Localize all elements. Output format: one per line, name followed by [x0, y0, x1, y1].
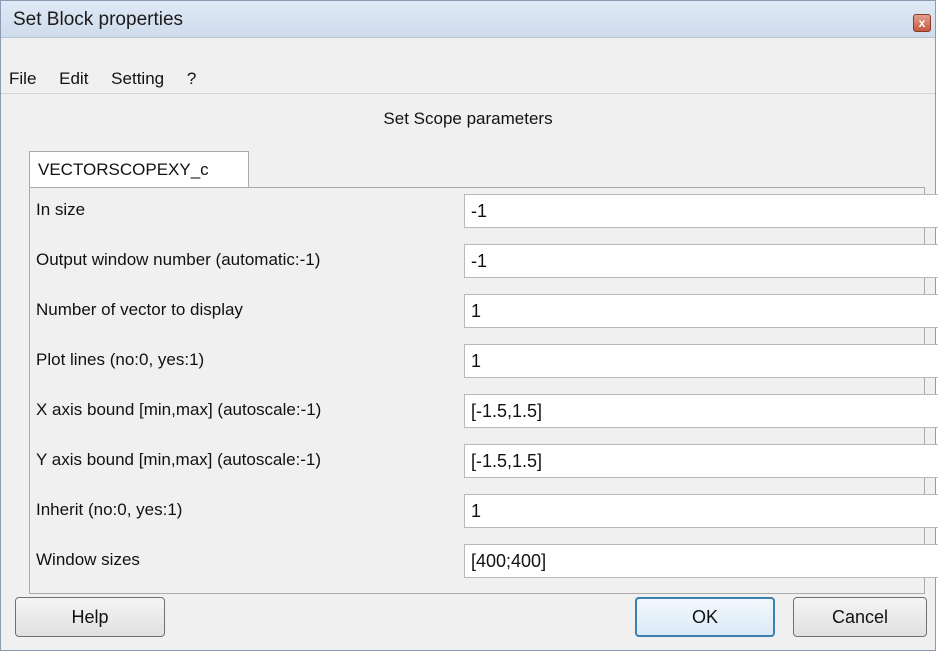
- param-row: Y axis bound [min,max] (autoscale:-1): [30, 438, 938, 482]
- menu-setting[interactable]: Setting: [111, 69, 164, 88]
- ok-button[interactable]: OK: [635, 597, 775, 637]
- cancel-button[interactable]: Cancel: [793, 597, 927, 637]
- title-bar: Set Block properties x: [1, 1, 935, 38]
- param-row: Plot lines (no:0, yes:1): [30, 338, 938, 382]
- param-input-y-bound[interactable]: [464, 444, 938, 478]
- menu-help[interactable]: ?: [187, 69, 196, 88]
- param-row: Window sizes: [30, 538, 938, 582]
- menu-edit[interactable]: Edit: [59, 69, 88, 88]
- parameters-panel: In size Output window number (automatic:…: [29, 187, 938, 594]
- param-input-x-bound[interactable]: [464, 394, 938, 428]
- param-row: Number of vector to display: [30, 288, 938, 332]
- param-row: Output window number (automatic:-1): [30, 238, 938, 282]
- menu-bar: File Edit Setting ?: [1, 63, 935, 94]
- param-label: X axis bound [min,max] (autoscale:-1): [36, 400, 322, 419]
- param-label: Inherit (no:0, yes:1): [36, 500, 183, 519]
- tab-vectorscopexy[interactable]: VECTORSCOPEXY_c: [29, 151, 249, 188]
- param-input-window-sizes[interactable]: [464, 544, 938, 578]
- param-row: X axis bound [min,max] (autoscale:-1): [30, 388, 938, 432]
- param-row: Inherit (no:0, yes:1): [30, 488, 938, 532]
- param-input-vector-count[interactable]: [464, 294, 938, 328]
- param-row: In size: [30, 188, 938, 232]
- dialog-window: Set Block properties x File Edit Setting…: [0, 0, 938, 651]
- param-label: Output window number (automatic:-1): [36, 250, 321, 269]
- param-label: Number of vector to display: [36, 300, 243, 319]
- help-button[interactable]: Help: [15, 597, 165, 637]
- menu-file[interactable]: File: [9, 69, 36, 88]
- param-label: In size: [36, 200, 86, 219]
- param-label: Plot lines (no:0, yes:1): [36, 350, 205, 369]
- param-input-window-number[interactable]: [464, 244, 938, 278]
- param-label: Window sizes: [36, 550, 140, 569]
- param-input-in-size[interactable]: [464, 194, 938, 228]
- window-title: Set Block properties: [13, 9, 184, 30]
- param-label: Y axis bound [min,max] (autoscale:-1): [36, 450, 322, 469]
- dialog-subtitle: Set Scope parameters: [383, 109, 553, 128]
- close-icon[interactable]: x: [913, 14, 931, 32]
- param-input-inherit[interactable]: [464, 494, 938, 528]
- param-input-plot-lines[interactable]: [464, 344, 938, 378]
